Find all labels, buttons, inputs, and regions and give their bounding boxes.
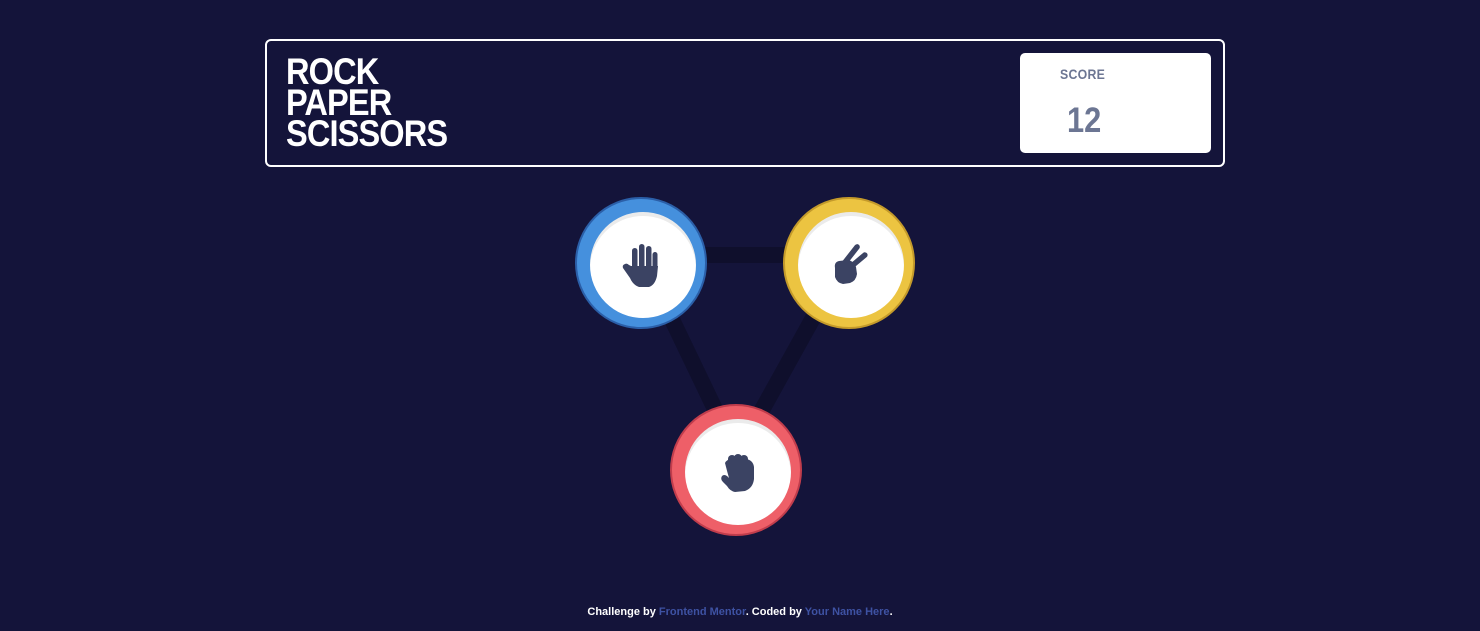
rock-fist-icon (721, 454, 754, 492)
frontend-mentor-link[interactable]: Frontend Mentor (659, 606, 746, 618)
paper-button-face (590, 212, 696, 318)
rock-button[interactable] (670, 404, 802, 536)
game-board (0, 0, 1480, 631)
scissors-hand-icon (834, 244, 868, 284)
scissors-button[interactable] (783, 197, 915, 329)
author-link[interactable]: Your Name Here (805, 606, 890, 618)
paper-button[interactable] (575, 197, 707, 329)
paper-hand-icon (622, 244, 658, 287)
rock-button-face (685, 419, 791, 525)
footer-middle: . Coded by (745, 606, 805, 618)
scissors-button-face (798, 212, 904, 318)
triangle-background (633, 247, 856, 463)
footer-suffix: . (889, 606, 893, 618)
attribution-footer: Challenge by Frontend Mentor. Coded by Y… (0, 606, 1480, 618)
footer-prefix: Challenge by (587, 606, 659, 618)
